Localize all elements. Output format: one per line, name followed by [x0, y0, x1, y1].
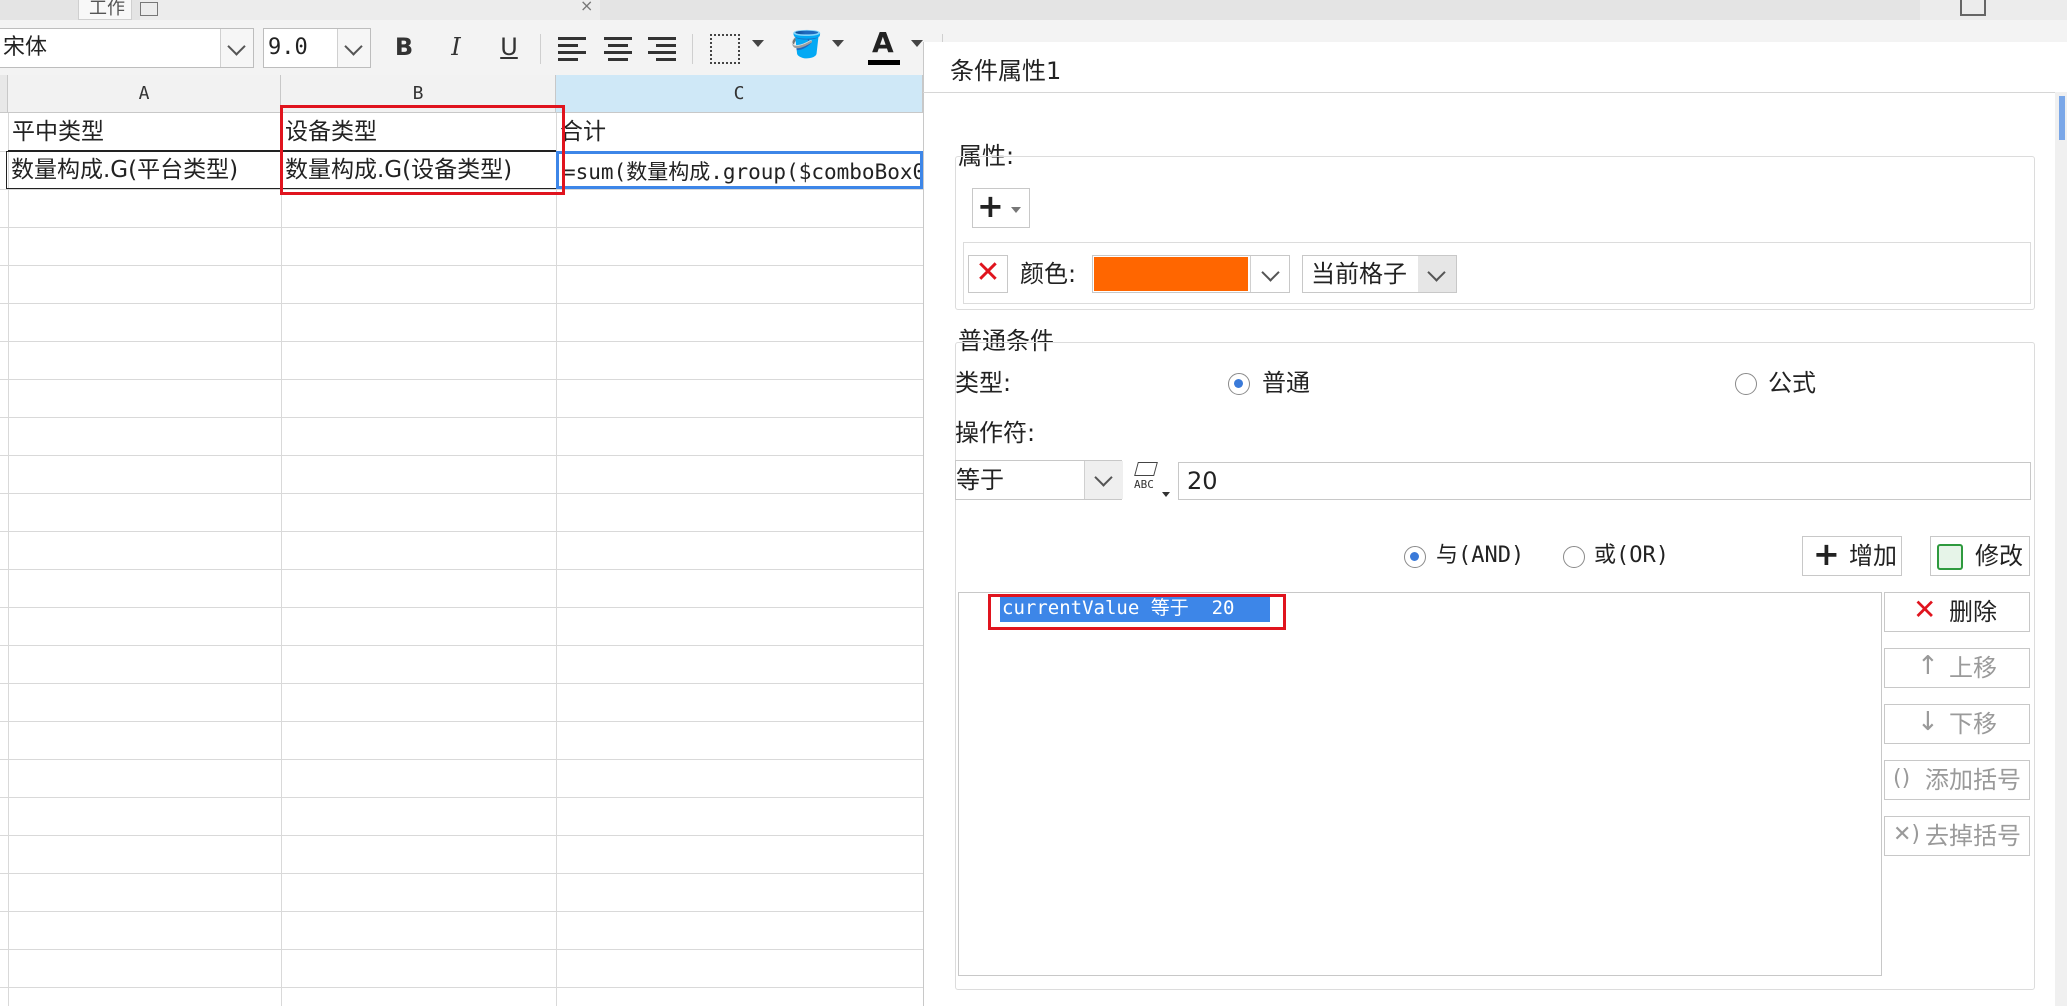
align-right-icon[interactable]	[648, 37, 676, 63]
remove-bracket-label: 去掉括号	[1925, 822, 2021, 850]
spreadsheet-grid[interactable]	[0, 75, 923, 1006]
logic-and-radio[interactable]	[1404, 546, 1426, 568]
chevron-down-icon[interactable]	[1250, 256, 1291, 292]
cell-a2[interactable]: 数量构成.G(平台类型)	[6, 151, 281, 189]
plus-icon: +	[1813, 535, 1840, 573]
dialog-title: 条件属性1	[950, 57, 1062, 85]
chevron-down-icon[interactable]	[1418, 256, 1456, 292]
highlight-box-condition	[988, 594, 1286, 630]
tab-work-label: 工作	[89, 0, 125, 19]
cell-c2-selected[interactable]: =sum(数量构成.group($comboBox0,	[556, 151, 923, 189]
color-swatch	[1094, 257, 1248, 291]
table-icon[interactable]	[1960, 0, 1986, 16]
font-family-value: 宋体	[3, 35, 48, 60]
chevron-down-icon	[1011, 207, 1021, 213]
close-icon[interactable]: ×	[580, 0, 593, 15]
column-header-a[interactable]: A	[8, 75, 281, 112]
font-color-letter: A	[872, 26, 894, 59]
dialog-scrollbar-thumb[interactable]	[2059, 96, 2065, 140]
cell-a1[interactable]: 平中类型	[8, 114, 281, 151]
bold-button[interactable]: B	[389, 32, 419, 62]
add-condition-label: 增加	[1849, 542, 1897, 570]
operator-label: 操作符:	[955, 419, 1036, 447]
add-bracket-label: 添加括号	[1925, 766, 2021, 794]
align-left-icon[interactable]	[558, 37, 586, 63]
chevron-down-icon[interactable]	[832, 40, 844, 47]
add-condition-button[interactable]: + 增加	[1802, 536, 1902, 576]
column-header-c[interactable]: C	[556, 75, 923, 112]
type-formula-radio[interactable]	[1735, 373, 1757, 395]
tab-work[interactable]: 工作	[78, 0, 132, 20]
operand-value: 20	[1187, 467, 1218, 495]
type-normal-radio[interactable]	[1228, 373, 1250, 395]
arrow-down-icon: ↓	[1917, 707, 1939, 737]
remove-bracket-icon: ✕)	[1893, 822, 1921, 847]
scope-value: 当前格子	[1311, 260, 1407, 288]
corner-cell[interactable]	[0, 75, 8, 112]
logic-and-label: 与(AND)	[1436, 543, 1525, 568]
tab-file[interactable]: ×	[140, 0, 600, 20]
font-size-value: 9.0	[268, 35, 308, 60]
fill-color-icon[interactable]: 🪣	[790, 30, 822, 60]
modify-condition-button[interactable]: 修改	[1930, 536, 2030, 576]
chevron-down-icon[interactable]	[220, 29, 253, 67]
delete-button[interactable]: ✕ 删除	[1884, 592, 2030, 632]
highlight-box-cell	[280, 105, 565, 195]
move-down-button[interactable]: ↓ 下移	[1884, 704, 2030, 744]
font-size-select[interactable]: 9.0	[263, 28, 371, 68]
remove-property-button[interactable]: ✕	[968, 255, 1008, 293]
chevron-down-icon[interactable]	[1084, 461, 1123, 499]
cell-c1[interactable]: 合计	[556, 114, 923, 151]
chevron-down-icon[interactable]	[752, 40, 764, 47]
chevron-down-icon[interactable]	[337, 29, 370, 67]
remove-bracket-button[interactable]: ✕) 去掉括号	[1884, 816, 2030, 856]
delete-label: 删除	[1949, 598, 1997, 626]
border-icon[interactable]	[710, 34, 740, 64]
operator-value: 等于	[956, 466, 1004, 494]
underline-button[interactable]: U	[494, 32, 524, 62]
chevron-down-icon[interactable]	[911, 40, 923, 47]
type-label: 类型:	[955, 369, 1012, 397]
document-icon	[140, 2, 158, 16]
move-up-label: 上移	[1949, 654, 1997, 682]
color-picker[interactable]	[1092, 255, 1290, 293]
plus-icon: +	[977, 187, 1004, 225]
move-up-button[interactable]: ↑ 上移	[1884, 648, 2030, 688]
arrow-up-icon: ↑	[1917, 651, 1939, 681]
close-red-icon: ✕	[1913, 593, 1937, 626]
logic-or-label: 或(OR)	[1594, 543, 1669, 568]
type-normal-label: 普通	[1262, 369, 1310, 397]
italic-button[interactable]: I	[441, 32, 471, 62]
bracket-icon: ()	[1893, 766, 1911, 791]
font-color-swatch	[868, 60, 900, 65]
operand-input[interactable]: 20	[1178, 462, 2031, 500]
font-color-button[interactable]: A	[868, 26, 900, 66]
dialog-scrollbar[interactable]	[2055, 92, 2067, 1006]
scope-select[interactable]: 当前格子	[1302, 255, 1457, 293]
edit-gear-icon	[1937, 544, 1963, 570]
modify-condition-label: 修改	[1975, 542, 2023, 570]
operator-select[interactable]: 等于	[955, 460, 1123, 500]
add-property-button[interactable]: +	[972, 188, 1030, 228]
add-bracket-button[interactable]: () 添加括号	[1884, 760, 2030, 800]
abc-type-icon[interactable]: ABC	[1132, 460, 1172, 500]
color-label: 颜色:	[1020, 260, 1077, 288]
logic-or-radio[interactable]	[1563, 546, 1585, 568]
move-down-label: 下移	[1949, 710, 1997, 738]
type-formula-label: 公式	[1768, 369, 1816, 397]
condition-list[interactable]	[958, 592, 1882, 976]
close-red-icon: ✕	[975, 255, 1001, 290]
align-center-icon[interactable]	[604, 37, 632, 63]
font-family-select[interactable]: 宋体	[0, 28, 254, 68]
